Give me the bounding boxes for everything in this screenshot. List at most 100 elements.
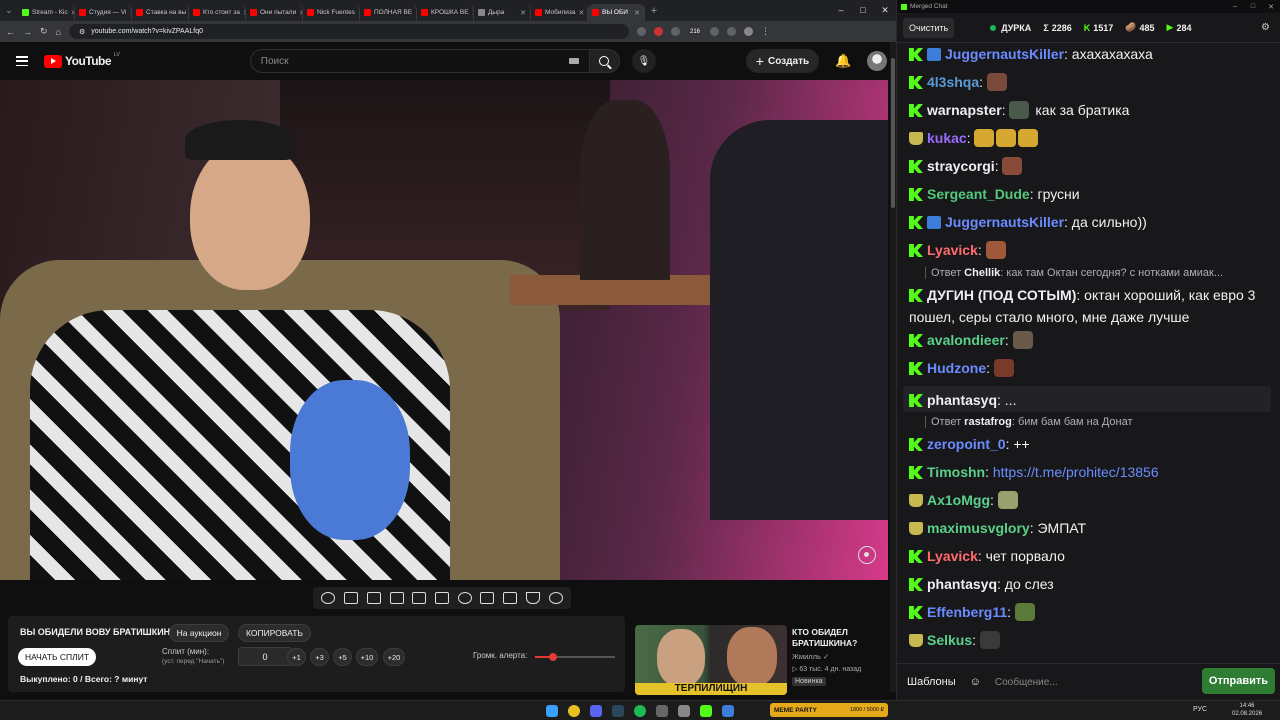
browser-tab[interactable]: Stream - Kic✕ (18, 4, 75, 21)
recommended-channel[interactable]: Жмилль ✓ (792, 652, 829, 661)
browser-tab[interactable]: Студия — Vi✕ (75, 4, 132, 21)
start-split-button[interactable]: НАЧАТЬ СПЛИТ (18, 648, 96, 666)
recommended-title[interactable]: КТО ОБИДЕЛ БРАТИШКИНА? (792, 627, 888, 649)
keyboard-icon[interactable] (568, 58, 579, 64)
chat-username[interactable]: kukac (927, 130, 967, 146)
chat-username[interactable]: straycorgi (927, 158, 995, 174)
chat-username[interactable]: avalondieer (927, 332, 1005, 348)
chat-username[interactable]: JuggernautsKiller (945, 46, 1064, 62)
minimize-icon[interactable]: – (1226, 3, 1244, 11)
steam-icon[interactable] (612, 705, 624, 717)
url-field[interactable]: ⚙ youtube.com/watch?v=kivZPAALfq0 (68, 24, 629, 39)
send-button[interactable]: Отправить (1201, 668, 1275, 694)
app-icon[interactable] (656, 705, 668, 717)
loop-icon[interactable] (321, 592, 336, 604)
video-player[interactable] (0, 80, 888, 580)
chat-username[interactable]: phantasyq (927, 576, 997, 592)
browser-tab[interactable]: ВЫ ОБИ ✕ (588, 4, 645, 21)
back-icon[interactable]: ← (6, 27, 15, 37)
create-button[interactable]: + Создать (745, 49, 820, 73)
crop-icon[interactable] (412, 592, 427, 604)
tab-search-icon[interactable]: ⌄ (0, 0, 18, 21)
chat-username[interactable]: ДУГИН (ПОД СОТЫМ) (927, 287, 1076, 303)
chat-username[interactable]: Ax1oMgg (927, 492, 990, 508)
forward-icon[interactable]: → (23, 27, 32, 37)
more-menu-icon[interactable]: ⋮ (761, 26, 770, 37)
browser-tab[interactable]: Они пытали✕ (246, 4, 303, 21)
split-minutes-input[interactable]: 0 (238, 647, 292, 666)
chat-username[interactable]: Hudzone (927, 360, 986, 376)
alert-volume-slider[interactable] (535, 653, 615, 661)
avatar[interactable] (867, 51, 888, 71)
copy-button[interactable]: КОПИРОВАТЬ (238, 624, 311, 642)
home-icon[interactable]: ⌂ (56, 27, 61, 37)
extension-icon[interactable] (636, 27, 646, 36)
broadcast-icon[interactable] (344, 592, 359, 604)
gear-icon[interactable] (548, 592, 563, 604)
reply-username[interactable]: rastafrog (964, 416, 1012, 428)
tab-close-icon[interactable]: ✕ (634, 9, 640, 17)
youtube-logo[interactable]: YouTube LV (44, 52, 120, 68)
speed-icon[interactable] (457, 592, 472, 604)
chat-username[interactable]: maximusvglory (927, 520, 1030, 536)
chat-username[interactable]: Selkus (927, 632, 972, 648)
browser-tab[interactable]: ПОЛНАЯ ВЕ✕ (360, 4, 417, 21)
chat-username[interactable]: warnapster (927, 102, 1002, 118)
browser-tab[interactable]: Nick Fuentes✕ (303, 4, 360, 21)
increment-button[interactable]: +20 (383, 648, 405, 666)
filmstrip-icon[interactable] (434, 592, 449, 604)
increment-button[interactable]: +10 (356, 648, 378, 666)
increment-button[interactable]: +3 (310, 648, 329, 666)
chat-username[interactable]: Lyavick (927, 242, 978, 258)
message-link[interactable]: https://t.me/prohitec/13856 (993, 464, 1159, 480)
close-icon[interactable]: ✕ (1262, 3, 1280, 11)
browser-tab[interactable]: Ставка на вы✕ (132, 4, 189, 21)
increment-button[interactable]: +5 (333, 648, 352, 666)
minimize-icon[interactable]: – (830, 5, 852, 16)
extension-icon[interactable] (670, 27, 680, 36)
maximize-icon[interactable]: □ (1244, 3, 1262, 11)
alert-volume-knob[interactable] (548, 653, 557, 661)
chat-username[interactable]: Sergeant_Dude (927, 186, 1030, 202)
hamburger-menu-icon[interactable] (16, 56, 28, 66)
kick-app-icon[interactable] (700, 705, 712, 717)
app-icon[interactable] (722, 705, 734, 717)
spotify-icon[interactable] (634, 705, 646, 717)
flask-icon[interactable] (525, 592, 540, 604)
templates-button[interactable]: Шаблоны (907, 676, 956, 688)
search-button[interactable] (589, 49, 620, 73)
clear-button[interactable]: Очистить (903, 17, 955, 38)
emoji-icon[interactable]: ☺ (970, 676, 981, 688)
recommended-thumbnail[interactable]: ТЕРПИЛИЩИН (635, 625, 787, 695)
browser-tab[interactable]: Мобилиза ✕ (531, 4, 588, 21)
site-info-icon[interactable]: ⚙ (79, 28, 85, 36)
chat-settings-gear-icon[interactable]: ⚙ (1261, 22, 1270, 33)
close-icon[interactable]: ✕ (874, 5, 896, 16)
camera-icon[interactable] (503, 592, 518, 604)
message-input[interactable]: Сообщение... (990, 669, 1191, 695)
clapper-icon[interactable] (389, 592, 404, 604)
browser-tab[interactable]: Кто стоит за✕ (189, 4, 246, 21)
extension-icon[interactable] (653, 27, 663, 36)
tab-close-icon[interactable]: ✕ (578, 9, 584, 17)
recommended-video[interactable]: ТЕРПИЛИЩИН КТО ОБИДЕЛ БРАТИШКИНА? Жмилль… (635, 625, 890, 695)
keyboard-language[interactable]: РУС (1193, 706, 1207, 713)
windows-start-icon[interactable] (546, 705, 558, 717)
voice-search-button[interactable]: 🎙 (631, 49, 656, 73)
discord-icon[interactable] (590, 705, 602, 717)
chat-username[interactable]: Effenberg11 (927, 604, 1007, 620)
browser-tab[interactable]: Дыра ✕ (474, 4, 531, 21)
increment-button[interactable]: +1 (287, 648, 306, 666)
chat-username[interactable]: JuggernautsKiller (945, 214, 1064, 230)
add-clip-icon[interactable] (480, 592, 495, 604)
download-icon[interactable] (727, 27, 736, 36)
chat-username[interactable]: zeropoint_0 (927, 436, 1006, 452)
chat-username[interactable]: Lyavick (927, 548, 978, 564)
tab-close-icon[interactable]: ✕ (520, 9, 526, 17)
chat-username[interactable]: phantasyq (927, 392, 997, 408)
cast-icon[interactable] (366, 592, 381, 604)
notifications-bell-icon[interactable]: 🔔 (835, 53, 851, 69)
search-input[interactable]: Поиск (249, 49, 590, 73)
maximize-icon[interactable]: □ (852, 5, 874, 16)
app-icon[interactable] (678, 705, 690, 717)
